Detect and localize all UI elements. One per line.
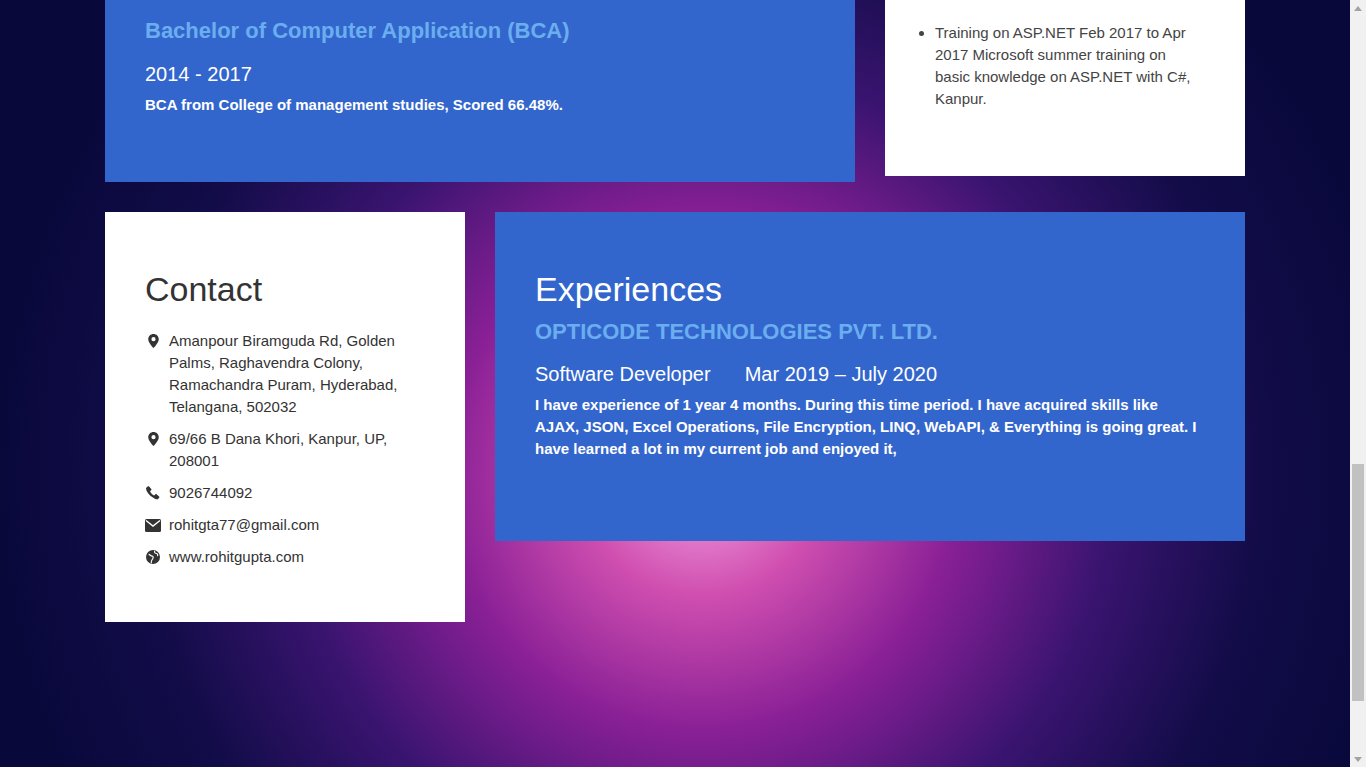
contact-icon-box xyxy=(145,482,161,504)
scroll-thumb[interactable] xyxy=(1352,464,1364,701)
job-description: I have experience of 1 year 4 months. Du… xyxy=(535,394,1205,460)
contact-icon-box xyxy=(145,514,161,536)
row-top: Bachelor of Computer Application (BCA) 20… xyxy=(105,0,1245,182)
contact-text: 69/66 B Dana Khori, Kanpur, UP, 208001 xyxy=(169,428,425,472)
training-item: Training on ASP.NET Feb 2017 to Apr 2017… xyxy=(935,22,1200,110)
contact-item: 9026744092 xyxy=(145,482,425,504)
degree-years: 2014 - 2017 xyxy=(145,61,815,87)
contact-item[interactable]: rohitgta77@gmail.com xyxy=(145,514,425,536)
degree-description: BCA from College of management studies, … xyxy=(145,94,815,116)
experiences-title: Experiences xyxy=(535,268,1205,310)
row-bottom: Contact Amanpour Biramguda Rd, Golden Pal… xyxy=(105,212,1245,622)
job: OPTICODE TECHNOLOGIES PVT. LTD. Software … xyxy=(535,318,1205,460)
experiences-card: Experiences OPTICODE TECHNOLOGIES PVT. LT… xyxy=(495,212,1245,541)
contact-text: Amanpour Biramguda Rd, Golden Palms, Rag… xyxy=(169,330,425,418)
contact-title: Contact xyxy=(145,268,425,310)
job-header: Software Developer Mar 2019 – July 2020 xyxy=(535,361,1205,387)
scrollbar[interactable] xyxy=(1350,0,1366,767)
job-role: Software Developer xyxy=(535,361,711,387)
contact-text[interactable]: www.rohitgupta.com xyxy=(169,546,304,568)
contact-text[interactable]: rohitgta77@gmail.com xyxy=(169,514,319,536)
globe-icon xyxy=(146,550,160,564)
envelope-icon xyxy=(145,519,161,532)
scroll-track[interactable] xyxy=(1350,16,1366,751)
company-name: OPTICODE TECHNOLOGIES PVT. LTD. xyxy=(535,318,1205,346)
degree-title: Bachelor of Computer Application (BCA) xyxy=(145,17,815,45)
page: Bachelor of Computer Application (BCA) 20… xyxy=(0,0,1366,767)
contact-item: Amanpour Biramguda Rd, Golden Palms, Rag… xyxy=(145,330,425,418)
content: Bachelor of Computer Application (BCA) 20… xyxy=(0,0,1350,622)
map-marker-icon xyxy=(148,334,159,348)
scroll-up-icon[interactable] xyxy=(1350,0,1366,16)
phone-icon xyxy=(146,486,160,500)
contact-icon-box xyxy=(145,330,161,352)
map-marker-icon xyxy=(148,432,159,446)
training-card: Training on ASP.NET Feb 2017 to Apr 2017… xyxy=(885,0,1245,176)
contact-item: 69/66 B Dana Khori, Kanpur, UP, 208001 xyxy=(145,428,425,472)
training-list: Training on ASP.NET Feb 2017 to Apr 2017… xyxy=(935,22,1200,110)
job-period: Mar 2019 – July 2020 xyxy=(745,361,937,387)
scroll-down-icon[interactable] xyxy=(1350,751,1366,767)
contact-card: Contact Amanpour Biramguda Rd, Golden Pal… xyxy=(105,212,465,622)
contact-text: 9026744092 xyxy=(169,482,252,504)
page-background: Bachelor of Computer Application (BCA) 20… xyxy=(0,0,1350,767)
education-card: Bachelor of Computer Application (BCA) 20… xyxy=(105,0,855,182)
contact-item[interactable]: www.rohitgupta.com xyxy=(145,546,425,568)
contact-icon-box xyxy=(145,428,161,450)
contact-icon-box xyxy=(145,546,161,568)
